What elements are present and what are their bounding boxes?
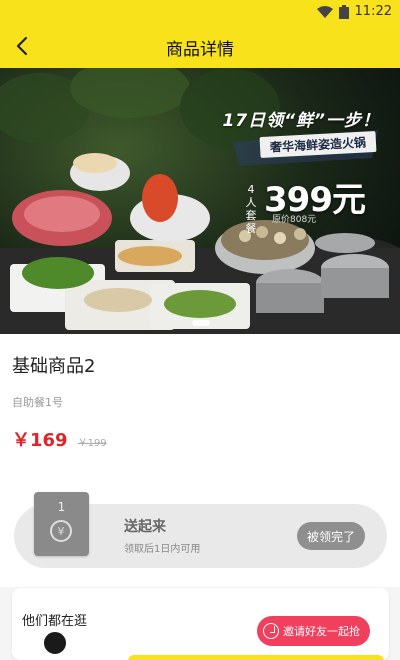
battery-icon bbox=[338, 4, 349, 19]
coupon-section: 1 ¥ 送起来 领取后1日内可用 被领完了 bbox=[0, 462, 400, 587]
status-bar: 11:22 bbox=[0, 0, 400, 24]
wifi-icon bbox=[316, 5, 333, 18]
page-title: 商品详情 bbox=[166, 40, 234, 60]
product-price: ￥169 bbox=[12, 430, 68, 451]
status-icons: 11:22 bbox=[316, 4, 392, 19]
banner-per-person: 4人套餐 bbox=[245, 183, 257, 235]
coupon-ticket-icon: 1 ¥ bbox=[34, 492, 89, 556]
avatar bbox=[42, 630, 68, 656]
product-name: 基础商品2 bbox=[12, 356, 96, 377]
status-time: 11:22 bbox=[354, 4, 392, 19]
banner-original-price: 原价808元 bbox=[272, 215, 317, 225]
product-info: 基础商品2 自助餐1号 ￥169 ￥199 bbox=[0, 334, 400, 462]
coupon-description: 领取后1日内可用 bbox=[124, 544, 201, 555]
invite-friends-label: 邀请好友一起抢 bbox=[283, 625, 360, 638]
product-original-price: ￥199 bbox=[77, 438, 107, 449]
coupon-card: 1 ¥ 送起来 领取后1日内可用 被领完了 bbox=[14, 492, 387, 568]
carousel-indicator[interactable] bbox=[192, 320, 210, 326]
banner-headline: 17日领“鲜”一步！ bbox=[222, 111, 380, 131]
bottom-action-bar[interactable] bbox=[128, 655, 384, 660]
coupon-ticket-number: 1 bbox=[57, 500, 66, 514]
nav-bar: 商品详情 bbox=[0, 24, 400, 68]
product-image-carousel[interactable]: 17日领“鲜”一步！ 奢华海鲜姿造火锅 4人套餐 399元 原价808元 bbox=[0, 68, 400, 334]
check-circle-icon bbox=[263, 623, 279, 639]
browsing-title: 他们都在逛 bbox=[22, 614, 88, 629]
browsing-card: 他们都在逛 邀请好友一起抢 bbox=[12, 588, 389, 660]
coupon-title: 送起来 bbox=[124, 519, 166, 535]
yen-coin-icon: ¥ bbox=[50, 520, 72, 542]
price-row: ￥169 ￥199 bbox=[12, 426, 107, 452]
invite-friends-button[interactable]: 邀请好友一起抢 bbox=[257, 616, 370, 646]
product-subtitle: 自助餐1号 bbox=[12, 396, 63, 409]
coupon-claim-button[interactable]: 被领完了 bbox=[296, 522, 365, 550]
